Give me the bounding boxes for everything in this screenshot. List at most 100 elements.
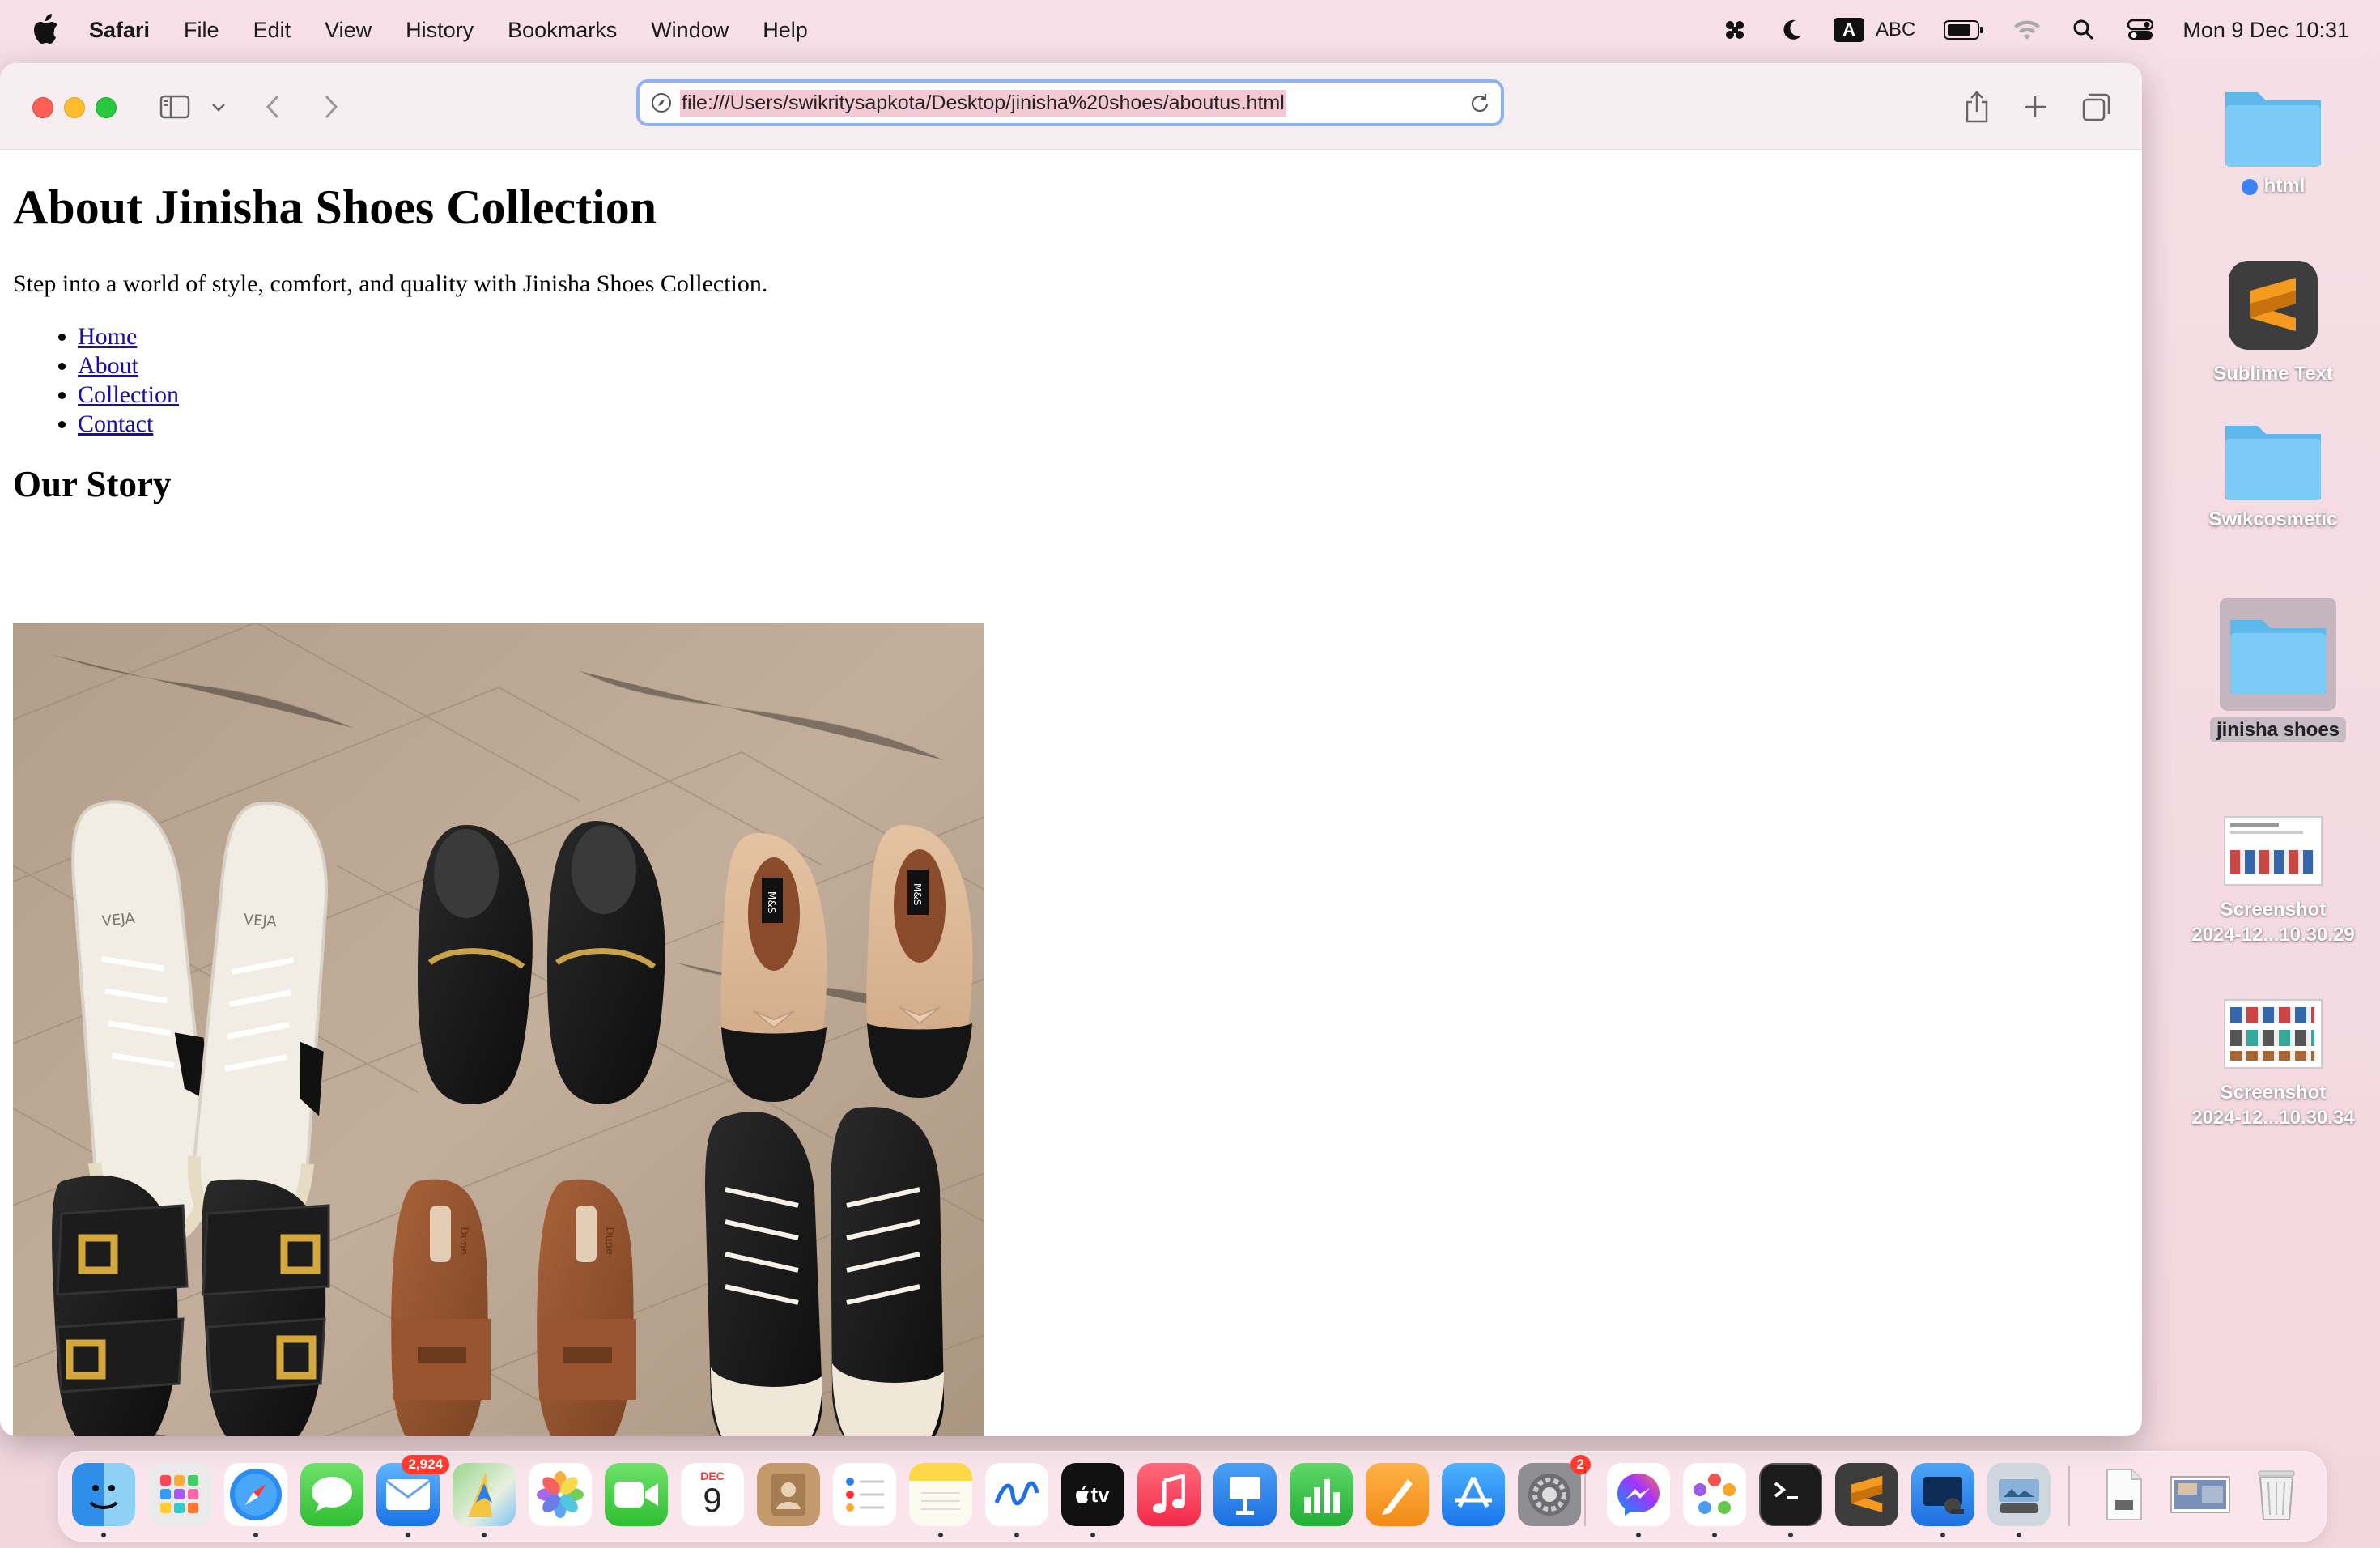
menu-file[interactable]: File bbox=[184, 18, 219, 43]
dock-trash-icon[interactable] bbox=[2245, 1463, 2308, 1526]
sidebar-toggle-icon[interactable] bbox=[157, 89, 193, 125]
new-tab-plus-icon[interactable] bbox=[2021, 89, 2050, 125]
menu-window[interactable]: Window bbox=[651, 18, 729, 43]
desktop-screenshot-2[interactable]: Screenshot 2024-12...10.30.34 bbox=[2176, 999, 2370, 1130]
dock-messenger-icon[interactable] bbox=[1607, 1463, 1670, 1526]
shoe-brand-veja-right: VEJA bbox=[243, 911, 278, 930]
back-button-icon[interactable] bbox=[259, 89, 287, 125]
wifi-icon[interactable] bbox=[2012, 15, 2042, 45]
desktop-screenshot-1[interactable]: Screenshot 2024-12...10.30.29 bbox=[2176, 816, 2370, 947]
safari-toolbar: file:///Users/swikritysapkota/Desktop/ji… bbox=[0, 63, 2142, 150]
dock-running-indicator bbox=[1636, 1533, 1641, 1537]
address-url[interactable]: file:///Users/swikritysapkota/Desktop/ji… bbox=[680, 89, 1286, 117]
forward-button-icon[interactable] bbox=[317, 89, 345, 125]
dock-launchpad-icon[interactable] bbox=[148, 1463, 211, 1526]
dock-preview-icon[interactable] bbox=[1911, 1463, 1974, 1526]
settings-badge: 2 bbox=[1570, 1455, 1591, 1474]
dock-notes-icon[interactable] bbox=[909, 1463, 972, 1526]
dock-numbers-icon[interactable] bbox=[1290, 1463, 1353, 1526]
dock-running-indicator bbox=[253, 1533, 258, 1537]
dock-contacts-icon[interactable] bbox=[757, 1463, 820, 1526]
menu-view[interactable]: View bbox=[325, 18, 372, 43]
desktop-folder-jinisha-shoes[interactable]: jinisha shoes bbox=[2181, 598, 2375, 742]
dock-app-store-icon[interactable] bbox=[1442, 1463, 1505, 1526]
menu-bar: Safari File Edit View History Bookmarks … bbox=[0, 0, 2380, 60]
shoe-brand-mas-right: M&S bbox=[912, 883, 923, 905]
dock-sublime-text-icon[interactable] bbox=[1835, 1463, 1898, 1526]
nav-link-about[interactable]: About bbox=[78, 352, 138, 379]
chevron-down-icon[interactable] bbox=[209, 89, 228, 125]
dock-calendar-icon[interactable]: DEC 9 bbox=[681, 1463, 744, 1526]
dock-safari-icon[interactable] bbox=[224, 1463, 287, 1526]
desktop-label-swikcosmetic: Swikcosmetic bbox=[2208, 508, 2338, 530]
tag-dot-icon bbox=[2241, 178, 2258, 195]
minimize-window-button[interactable] bbox=[64, 97, 85, 118]
menu-app-safari[interactable]: Safari bbox=[89, 18, 150, 43]
spotlight-search-icon[interactable] bbox=[2069, 15, 2098, 45]
input-source-label[interactable]: ABC bbox=[1876, 19, 1915, 41]
menu-edit[interactable]: Edit bbox=[253, 18, 291, 43]
dock-keynote-icon[interactable] bbox=[1213, 1463, 1277, 1526]
mail-unread-badge: 2,924 bbox=[402, 1455, 449, 1474]
input-source-icon[interactable]: A bbox=[1834, 18, 1865, 42]
menu-bookmarks[interactable]: Bookmarks bbox=[508, 18, 617, 43]
desktop-folder-html[interactable]: html bbox=[2176, 81, 2370, 198]
menu-help[interactable]: Help bbox=[763, 18, 808, 43]
menu-bar-clock[interactable]: Mon 9 Dec 10:31 bbox=[2182, 18, 2349, 43]
menu-history[interactable]: History bbox=[406, 18, 474, 43]
dock-running-indicator bbox=[1940, 1533, 1945, 1537]
compass-icon bbox=[651, 92, 672, 113]
screenshot-thumbnail-icon bbox=[2224, 999, 2323, 1069]
safari-window: file:///Users/swikritysapkota/Desktop/ji… bbox=[0, 63, 2142, 1436]
dock-pinwheel-app-icon[interactable] bbox=[1683, 1463, 1746, 1526]
dock-running-indicator bbox=[1014, 1533, 1019, 1537]
battery-icon[interactable] bbox=[1943, 15, 1985, 45]
dock-terminal-icon[interactable] bbox=[1759, 1463, 1822, 1526]
nav-link-collection[interactable]: Collection bbox=[78, 381, 179, 408]
dock-maps-icon[interactable] bbox=[453, 1463, 516, 1526]
apple-logo-icon[interactable] bbox=[32, 14, 60, 46]
close-window-button[interactable] bbox=[32, 97, 53, 118]
dock-running-indicator bbox=[1712, 1533, 1717, 1537]
dock-pages-icon[interactable] bbox=[1366, 1463, 1429, 1526]
address-bar[interactable]: file:///Users/swikritysapkota/Desktop/ji… bbox=[636, 79, 1504, 126]
dock-freeform-icon[interactable] bbox=[985, 1463, 1048, 1526]
nav-link-home[interactable]: Home bbox=[78, 323, 137, 350]
dock-recent-document-icon[interactable] bbox=[2093, 1463, 2156, 1526]
zoom-window-button[interactable] bbox=[96, 97, 117, 118]
control-center-icon[interactable] bbox=[2126, 15, 2155, 45]
reload-icon[interactable] bbox=[1468, 92, 1491, 115]
folder-icon bbox=[2225, 92, 2321, 167]
section-heading-our-story: Our Story bbox=[13, 464, 172, 504]
dock-messages-icon[interactable] bbox=[300, 1463, 363, 1526]
calendar-day: 9 bbox=[703, 1481, 722, 1519]
desktop-label-jinisha-shoes: jinisha shoes bbox=[2209, 717, 2347, 742]
dock-separator bbox=[1584, 1466, 1586, 1526]
tv-label: tv bbox=[1090, 1482, 1110, 1507]
shoe-brand-mas-left: M&S bbox=[766, 891, 777, 913]
dock-music-icon[interactable] bbox=[1137, 1463, 1201, 1526]
dock-facetime-icon[interactable] bbox=[605, 1463, 668, 1526]
do-not-disturb-moon-icon[interactable] bbox=[1777, 15, 1806, 45]
dock-tv-icon[interactable]: tv bbox=[1061, 1463, 1124, 1526]
dock-finder-icon[interactable] bbox=[72, 1463, 135, 1526]
tab-overview-icon[interactable] bbox=[2080, 89, 2113, 125]
shoe-brand-veja-left: VEJA bbox=[101, 910, 137, 930]
desktop-folder-swikcosmetic[interactable]: Swikcosmetic bbox=[2176, 415, 2370, 532]
desktop-app-sublime-text[interactable]: Sublime Text bbox=[2176, 261, 2370, 386]
dock-running-indicator bbox=[482, 1533, 487, 1537]
nav-link-contact[interactable]: Contact bbox=[78, 410, 153, 437]
dock-reminders-icon[interactable] bbox=[833, 1463, 896, 1526]
share-icon[interactable] bbox=[1962, 89, 1991, 125]
dock-running-indicator bbox=[101, 1533, 106, 1537]
dock-mail-icon[interactable]: 2,924 bbox=[376, 1455, 449, 1526]
folder-icon bbox=[2225, 426, 2321, 500]
dock-system-settings-icon[interactable]: 2 bbox=[1518, 1455, 1591, 1526]
shoe-brand-dune-left: Dune bbox=[457, 1227, 470, 1255]
dock-image-capture-icon[interactable] bbox=[1987, 1463, 2051, 1526]
selection-highlight bbox=[2220, 598, 2336, 711]
desktop-sublabel-screenshot-2: 2024-12...10.30.34 bbox=[2191, 1107, 2355, 1129]
focus-mode-icon[interactable] bbox=[1720, 15, 1749, 45]
dock-photos-icon[interactable] bbox=[529, 1463, 592, 1526]
dock-downloads-stack-icon[interactable] bbox=[2169, 1463, 2232, 1526]
